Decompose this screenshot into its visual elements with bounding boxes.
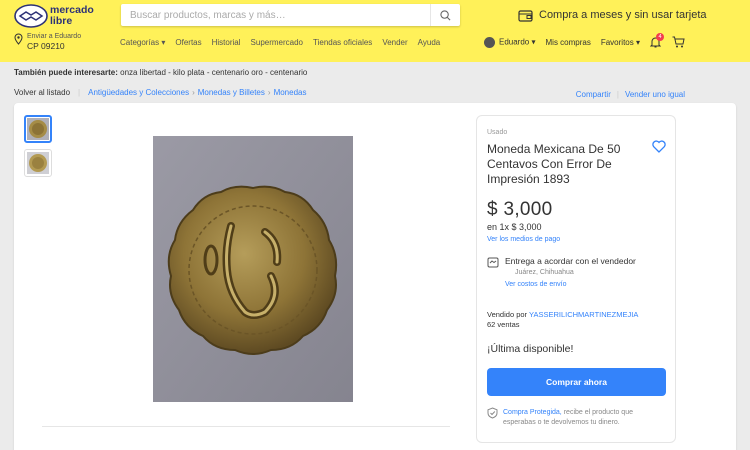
promo-banner[interactable]: Compra a meses y sin usar tarjeta	[518, 7, 707, 23]
search-icon	[440, 9, 451, 20]
avatar	[484, 36, 495, 48]
thumbnail-1[interactable]	[24, 115, 52, 143]
sell-same-link[interactable]: Vender uno igual	[625, 90, 685, 99]
nav-official-stores[interactable]: Tiendas oficiales	[313, 38, 372, 47]
related-label: También puede interesarte:	[14, 68, 118, 77]
nav-offers[interactable]: Ofertas	[175, 38, 201, 47]
mercadolibre-logo[interactable]: mercado libre	[14, 4, 110, 30]
breadcrumb: Volver al listado | Antigüedades y Colec…	[14, 88, 307, 97]
notification-badge: 4	[656, 33, 664, 41]
content-divider	[42, 426, 450, 427]
notifications-button[interactable]: 4	[649, 33, 664, 48]
location-pin-icon	[14, 33, 23, 45]
logo-line2: libre	[50, 15, 73, 27]
payment-methods-link[interactable]: Ver los medios de pago	[487, 236, 560, 243]
wallet-icon	[518, 9, 533, 22]
top-header: mercado libre Compra a meses y sin usar …	[0, 0, 750, 62]
nav-supermarket[interactable]: Supermercado	[251, 38, 303, 47]
breadcrumb-item-coins[interactable]: Monedas	[274, 88, 307, 97]
breadcrumb-item-coins-bills[interactable]: Monedas y Billetes	[198, 88, 265, 97]
breadcrumb-item-antiques[interactable]: Antigüedades y Colecciones	[88, 88, 189, 97]
favorites-menu[interactable]: Favoritos ▾	[601, 38, 640, 47]
search-bar	[121, 4, 460, 26]
user-nav: Eduardo ▾ Mis compras Favoritos ▾ 4	[484, 33, 685, 48]
main-nav: Categorías ▾ Ofertas Historial Supermerc…	[120, 38, 440, 47]
nav-help[interactable]: Ayuda	[418, 38, 441, 47]
back-to-list-link[interactable]: Volver al listado	[14, 88, 70, 97]
search-button[interactable]	[430, 4, 460, 26]
stock-status: ¡Última disponible!	[487, 343, 574, 355]
seller-info: Vendido por YASSERILICHMARTINEZMEJIA	[487, 310, 638, 319]
my-purchases-link[interactable]: Mis compras	[546, 38, 591, 47]
chevron-down-icon: ▾	[531, 37, 536, 47]
shipping-text: Entrega a acordar con el vendedor	[505, 256, 636, 266]
protected-purchase-link[interactable]: Compra Protegida,	[503, 409, 562, 416]
thumbnail-2[interactable]	[24, 149, 52, 177]
nav-history[interactable]: Historial	[212, 38, 241, 47]
shipping-location[interactable]: Enviar a Eduardo CP 09210	[14, 33, 81, 51]
handshake-delivery-icon	[487, 257, 499, 268]
location-postal-code: CP 09210	[27, 41, 65, 51]
buy-now-button[interactable]: Comprar ahora	[487, 368, 666, 396]
shield-check-icon	[487, 407, 498, 419]
chevron-down-icon: ▾	[161, 38, 166, 47]
handshake-logo-icon	[14, 4, 48, 28]
shipping-city: Juárez, Chihuahua	[515, 269, 574, 276]
coin-thumbnail-image	[27, 118, 49, 140]
product-main-image[interactable]	[153, 136, 353, 402]
location-label: Enviar a Eduardo	[27, 33, 82, 40]
favorite-heart-icon[interactable]	[652, 140, 666, 153]
search-input[interactable]	[121, 4, 429, 26]
product-title: Moneda Mexicana De 50 Centavos Con Error…	[487, 142, 621, 186]
seller-label: Vendido por	[487, 310, 528, 319]
shipping-cost-link[interactable]: Ver costos de envío	[505, 281, 566, 288]
cart-icon[interactable]	[672, 36, 685, 48]
nav-sell[interactable]: Vender	[382, 38, 407, 47]
coin-thumbnail-image	[27, 152, 49, 174]
chevron-down-icon: ▾	[635, 37, 640, 47]
related-items[interactable]: onza libertad - kilo plata - centenario …	[120, 68, 307, 77]
seller-name-link[interactable]: YASSERILICHMARTINEZMEJIA	[529, 310, 638, 319]
product-price: $ 3,000	[487, 199, 553, 220]
buy-box: Usado Moneda Mexicana De 50 Centavos Con…	[476, 115, 676, 443]
user-menu[interactable]: Eduardo ▾	[484, 36, 536, 48]
related-searches: También puede interesarte: onza libertad…	[14, 68, 307, 77]
nav-categories[interactable]: Categorías ▾	[120, 38, 165, 47]
share-link[interactable]: Compartir	[576, 90, 611, 99]
installments-text: en 1x $ 3,000	[487, 222, 542, 232]
seller-sales-count: 62 ventas	[487, 320, 520, 329]
share-links: Compartir | Vender uno igual	[575, 90, 685, 99]
promo-text: Compra a meses y sin usar tarjeta	[539, 9, 707, 21]
condition-label: Usado	[487, 129, 508, 136]
